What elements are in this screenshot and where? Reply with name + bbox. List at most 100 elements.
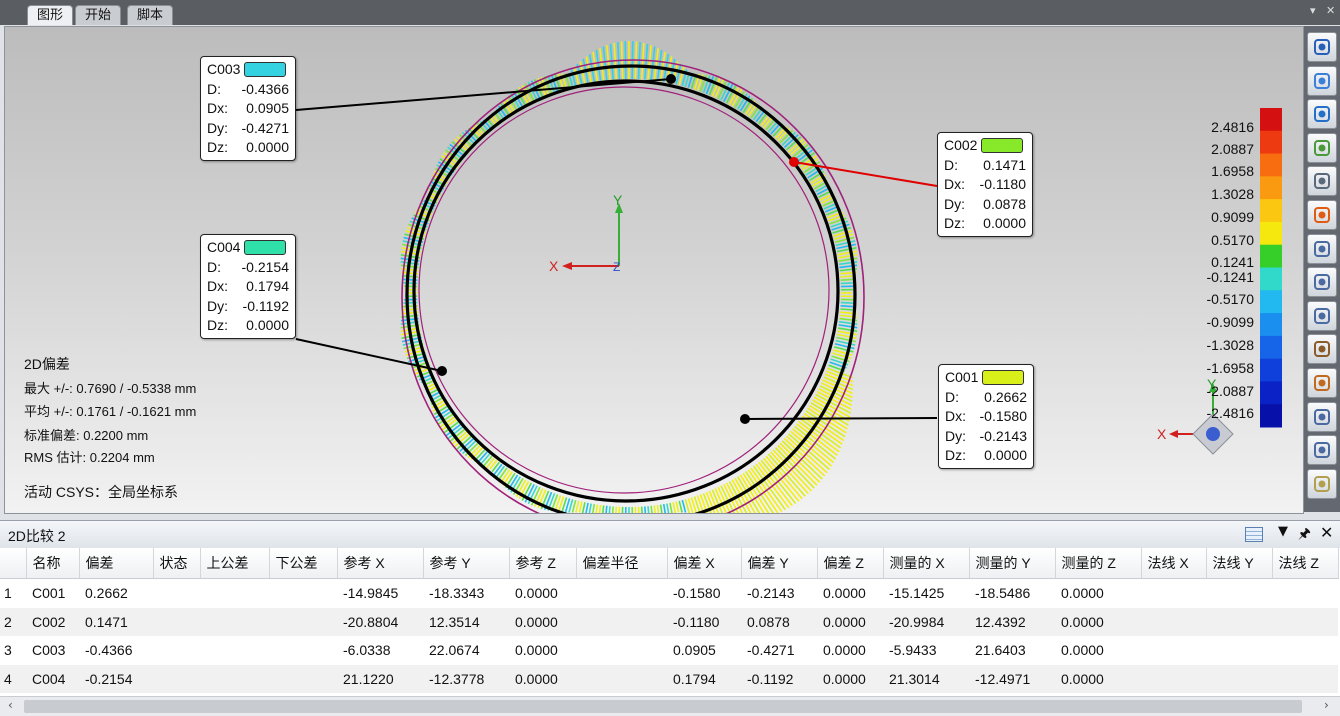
graphics-viewport[interactable]: Y X Z Y X 2.48162.08871.69581.30280.9099… — [4, 26, 1304, 514]
views-icon[interactable] — [1307, 32, 1337, 62]
zoom-icon[interactable] — [1307, 166, 1337, 196]
color-legend-bar — [1260, 108, 1282, 428]
column-header[interactable]: 偏差 X — [667, 548, 741, 579]
table-cell: -14.9845 — [337, 579, 423, 608]
table-view-icon[interactable] — [1245, 527, 1263, 542]
deviation-whisker — [602, 505, 604, 513]
table-cell — [153, 636, 200, 665]
table-row[interactable]: 2C0020.1471-20.880412.35140.0000-0.11800… — [0, 608, 1338, 637]
deviation-whisker — [648, 45, 651, 80]
deviation-whisker — [838, 251, 857, 254]
paint-icon[interactable] — [1307, 368, 1337, 398]
tab-bar: 图形 开始 脚本 ▾ ✕ — [0, 0, 1340, 25]
mesh-icon[interactable] — [1307, 133, 1337, 163]
table-cell: 21.3014 — [883, 665, 969, 694]
polyline-select-icon[interactable] — [1307, 435, 1337, 465]
deviation-whisker — [754, 109, 762, 120]
tab-script[interactable]: 脚本 — [127, 5, 173, 25]
table-cell: 0.0000 — [1055, 636, 1141, 665]
legend-label: -1.3028 — [1207, 337, 1254, 353]
column-header[interactable]: 偏差 Z — [817, 548, 883, 579]
deviation-whisker — [608, 506, 610, 513]
legend-label: 1.3028 — [1211, 186, 1254, 202]
column-header[interactable]: 偏差半径 — [576, 548, 667, 579]
lasso-select-icon[interactable] — [1307, 267, 1337, 297]
deviation-whisker — [667, 504, 669, 513]
column-header[interactable]: 偏差 — [79, 548, 153, 579]
table-cell: -0.2143 — [741, 579, 817, 608]
point-c002[interactable] — [789, 157, 799, 167]
legend-label: -0.1241 — [1207, 269, 1254, 285]
table-cell — [200, 608, 269, 637]
column-header[interactable]: 状态 — [153, 548, 200, 579]
column-header[interactable]: 测量的 X — [883, 548, 969, 579]
deviation-whisker — [576, 501, 579, 513]
callout-c004[interactable]: C004 D:-0.2154 Dx:0.1794 Dy:-0.1192 Dz:0… — [200, 234, 296, 339]
leader-c002 — [794, 162, 937, 186]
callout-c003[interactable]: C003 D:-0.4366 Dx:0.0905 Dy:-0.4271 Dz:0… — [200, 56, 296, 161]
table-cell: 0.0000 — [817, 665, 883, 694]
menu-dropdown-icon[interactable]: ▾ — [1310, 4, 1316, 17]
column-header[interactable]: 法线 X — [1141, 548, 1206, 579]
column-header[interactable]: 偏差 Y — [741, 548, 817, 579]
scroll-left-icon[interactable]: ‹ — [8, 698, 13, 712]
column-header[interactable]: 下公差 — [269, 548, 337, 579]
tab-graphics[interactable]: 图形 — [27, 5, 73, 25]
column-header[interactable]: 参考 Y — [423, 548, 509, 579]
panel-close-icon[interactable]: ✕ — [1320, 523, 1333, 542]
rotate-icon[interactable] — [1307, 66, 1337, 96]
deviation-whisker — [487, 458, 495, 467]
horizontal-scrollbar[interactable]: ‹ › — [0, 696, 1340, 716]
line-select-icon[interactable] — [1307, 301, 1337, 331]
callout-c001[interactable]: C001 D:0.2662 Dx:-0.1580 Dy:-0.2143 Dz:0… — [938, 364, 1034, 469]
table-cell: -12.4971 — [969, 665, 1055, 694]
column-header[interactable]: 名称 — [26, 548, 79, 579]
table-row[interactable]: 1C0010.2662-14.9845-18.33430.0000-0.1580… — [0, 579, 1338, 608]
legend-color-bin — [1260, 222, 1282, 245]
column-header[interactable]: 上公差 — [200, 548, 269, 579]
legend-color-bin — [1260, 381, 1282, 404]
column-header[interactable]: 测量的 Z — [1055, 548, 1141, 579]
deviation-whisker — [841, 303, 855, 304]
panel-dropdown-icon[interactable]: ▼ — [1278, 524, 1288, 539]
tab-start[interactable]: 开始 — [75, 5, 121, 25]
deviation-whisker — [622, 507, 623, 513]
legend-color-bin — [1260, 268, 1282, 291]
table-cell: -0.1180 — [667, 608, 741, 637]
box-select-icon[interactable] — [1307, 234, 1337, 264]
column-header[interactable]: 法线 Y — [1206, 548, 1272, 579]
deviation-whisker — [756, 111, 764, 121]
table-cell — [1141, 579, 1206, 608]
color-icon[interactable] — [1307, 200, 1337, 230]
close-icon[interactable]: ✕ — [1326, 4, 1335, 17]
scroll-right-icon[interactable]: › — [1324, 698, 1329, 712]
point-c004[interactable] — [437, 366, 447, 376]
column-header[interactable]: 测量的 Y — [969, 548, 1055, 579]
point-c001[interactable] — [740, 414, 750, 424]
brush-select-icon[interactable] — [1307, 334, 1337, 364]
deviation-whisker — [615, 507, 616, 513]
table-cell: 12.4392 — [969, 608, 1055, 637]
callout-c002[interactable]: C002 D:0.1471 Dx:-0.1180 Dy:0.0878 Dz:0.… — [937, 132, 1033, 237]
table-cell: 0.1471 — [79, 608, 153, 637]
legend-color-bin — [1260, 290, 1282, 313]
table-row[interactable]: 4C004-0.215421.1220-12.37780.00000.1794-… — [0, 665, 1338, 694]
column-header[interactable]: 法线 Z — [1272, 548, 1338, 579]
table-row[interactable]: 3C003-0.4366-6.033822.06740.00000.0905-0… — [0, 636, 1338, 665]
deviation-whisker — [645, 506, 646, 513]
polygon-select-icon[interactable] — [1307, 402, 1337, 432]
column-header[interactable]: 参考 Z — [509, 548, 576, 579]
point-c003[interactable] — [666, 74, 676, 84]
deviation-whisker — [572, 500, 575, 512]
table-cell: -0.1192 — [741, 665, 817, 694]
scrollbar-thumb[interactable] — [24, 700, 1302, 713]
layer-icon[interactable] — [1307, 469, 1337, 499]
legend-label: -1.6958 — [1207, 360, 1254, 376]
table-cell: C003 — [26, 636, 79, 665]
table-cell: 0.0000 — [1055, 665, 1141, 694]
column-header[interactable]: 参考 X — [337, 548, 423, 579]
leader-c001 — [745, 418, 937, 419]
deviation-whisker — [838, 331, 857, 334]
display-icon[interactable] — [1307, 99, 1337, 129]
pin-icon[interactable]: 🖈 — [1298, 523, 1311, 547]
